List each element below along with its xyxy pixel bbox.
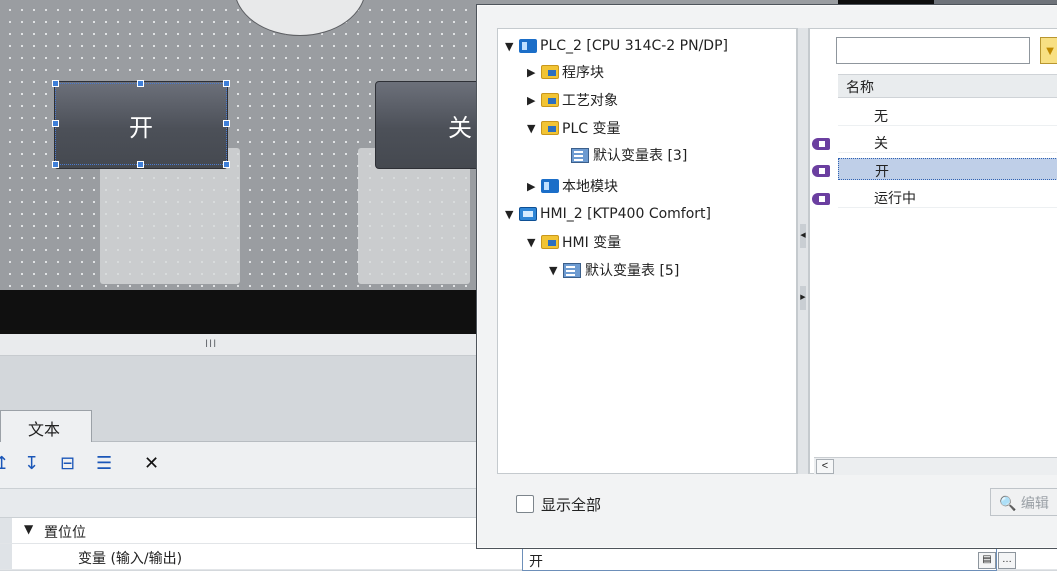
- tag-table-icon: [563, 262, 581, 278]
- folder-icon: [541, 235, 559, 249]
- filter-icon[interactable]: ▼: [1040, 37, 1057, 64]
- program-blocks-icon: [541, 65, 559, 79]
- edit-button[interactable]: 🔍 编辑: [990, 488, 1057, 516]
- tree-item-label: PLC_2 [CPU 314C-2 PN/DP]: [540, 38, 728, 54]
- column-header-name[interactable]: 名称: [838, 74, 1057, 98]
- property-label: 变量 (输入/输出): [78, 551, 183, 567]
- variable-value-field[interactable]: 开: [522, 548, 997, 571]
- browse-button[interactable]: …: [998, 552, 1016, 569]
- show-all-checkbox[interactable]: [516, 495, 534, 513]
- tree-item-label: 本地模块: [562, 179, 618, 195]
- expand-arrow-icon[interactable]: ▼: [505, 208, 519, 221]
- expand-arrow-icon[interactable]: ▶: [527, 66, 541, 79]
- tree-item-label: HMI 变量: [562, 235, 622, 251]
- expand-arrow-icon[interactable]: ▼: [549, 264, 563, 277]
- edit-button-label: 编辑: [1020, 496, 1049, 512]
- tree-group-label: 置位位: [44, 525, 86, 541]
- resize-handle[interactable]: [52, 80, 59, 87]
- tree-item-label: 默认变量表 [3]: [593, 148, 688, 164]
- technology-objects-icon: [541, 93, 559, 107]
- filter-input[interactable]: [836, 37, 1030, 64]
- tag-icon: [812, 193, 830, 205]
- hmi-button-off-label: 关: [448, 113, 472, 142]
- local-modules-icon: [541, 179, 559, 193]
- row-gutter: [0, 544, 12, 569]
- plc-icon: [519, 39, 537, 53]
- resize-handle[interactable]: [52, 120, 59, 127]
- tree-item-technology-objects[interactable]: ▶ 工艺对象: [527, 89, 618, 111]
- list-item-label: 关: [874, 136, 888, 152]
- collapse-arrow-icon[interactable]: ▼: [24, 522, 33, 536]
- tag-icon: [812, 138, 830, 150]
- tree-item-default-tag-table-hmi[interactable]: ▼ 默认变量表 [5]: [549, 259, 679, 281]
- list-icon[interactable]: ▤: [978, 552, 996, 569]
- folder-icon: [541, 121, 559, 135]
- tab-text[interactable]: 文本: [0, 410, 92, 442]
- resize-handle[interactable]: [137, 80, 144, 87]
- expand-arrow-icon[interactable]: ▼: [505, 40, 519, 53]
- expand-arrow-icon[interactable]: ▼: [527, 122, 541, 135]
- collapse-left-icon[interactable]: ◀: [800, 224, 806, 248]
- tag-table-icon: [571, 147, 589, 163]
- magnifier-icon: 🔍: [999, 496, 1017, 512]
- move-up-icon[interactable]: ↥: [0, 453, 9, 474]
- move-down-icon[interactable]: ↧: [24, 453, 39, 474]
- tree-item-default-tag-table-plc[interactable]: 默认变量表 [3]: [571, 144, 687, 166]
- list-item-label: 无: [874, 109, 888, 125]
- list-item-off[interactable]: 关: [838, 131, 1057, 153]
- resize-handle[interactable]: [137, 161, 144, 168]
- tag-icon: [812, 165, 830, 177]
- scroll-left-icon[interactable]: <: [816, 459, 834, 474]
- tree-item-label: HMI_2 [KTP400 Comfort]: [540, 206, 711, 222]
- tree-item-label: PLC 变量: [562, 121, 621, 137]
- expand-arrow-icon[interactable]: ▼: [527, 236, 541, 249]
- tree-item-local-modules[interactable]: ▶ 本地模块: [527, 175, 618, 197]
- expand-arrow-icon[interactable]: ▶: [527, 180, 541, 193]
- tree-item-program-blocks[interactable]: ▶ 程序块: [527, 61, 604, 83]
- resize-handle[interactable]: [223, 80, 230, 87]
- resize-handle[interactable]: [223, 120, 230, 127]
- expand-right-icon[interactable]: ▶: [800, 286, 806, 310]
- scrollbar-grip[interactable]: III: [205, 338, 217, 350]
- list-item-none[interactable]: 无: [838, 104, 1057, 126]
- list-item-label: 开: [875, 164, 889, 180]
- row-gutter: [0, 518, 12, 543]
- insert-row-icon[interactable]: ⊟: [60, 453, 75, 474]
- selection-frame: [55, 83, 227, 165]
- pane-splitter[interactable]: ◀ ▶: [797, 28, 809, 474]
- delete-icon[interactable]: ✕: [144, 453, 159, 474]
- list-item-running[interactable]: 运行中: [838, 186, 1057, 208]
- expand-arrow-icon[interactable]: ▶: [527, 94, 541, 107]
- show-all-label: 显示全部: [541, 496, 602, 514]
- hmi-icon: [519, 207, 537, 221]
- tree-item-plc[interactable]: ▼ PLC_2 [CPU 314C-2 PN/DP]: [505, 35, 728, 57]
- resize-handle[interactable]: [52, 161, 59, 168]
- tree-item-label: 工艺对象: [562, 93, 618, 109]
- tree-item-label: 程序块: [562, 65, 604, 81]
- add-row-icon[interactable]: ☰: [96, 453, 112, 474]
- list-item-on[interactable]: 开: [838, 158, 1057, 180]
- tree-item-label: 默认变量表 [5]: [585, 263, 680, 279]
- list-horizontal-scrollbar[interactable]: <: [814, 457, 1057, 475]
- list-item-label: 运行中: [874, 191, 916, 207]
- tree-item-plc-tags[interactable]: ▼ PLC 变量: [527, 117, 620, 139]
- tree-item-hmi[interactable]: ▼ HMI_2 [KTP400 Comfort]: [505, 203, 711, 225]
- resize-handle[interactable]: [223, 161, 230, 168]
- tree-item-hmi-tags[interactable]: ▼ HMI 变量: [527, 231, 621, 253]
